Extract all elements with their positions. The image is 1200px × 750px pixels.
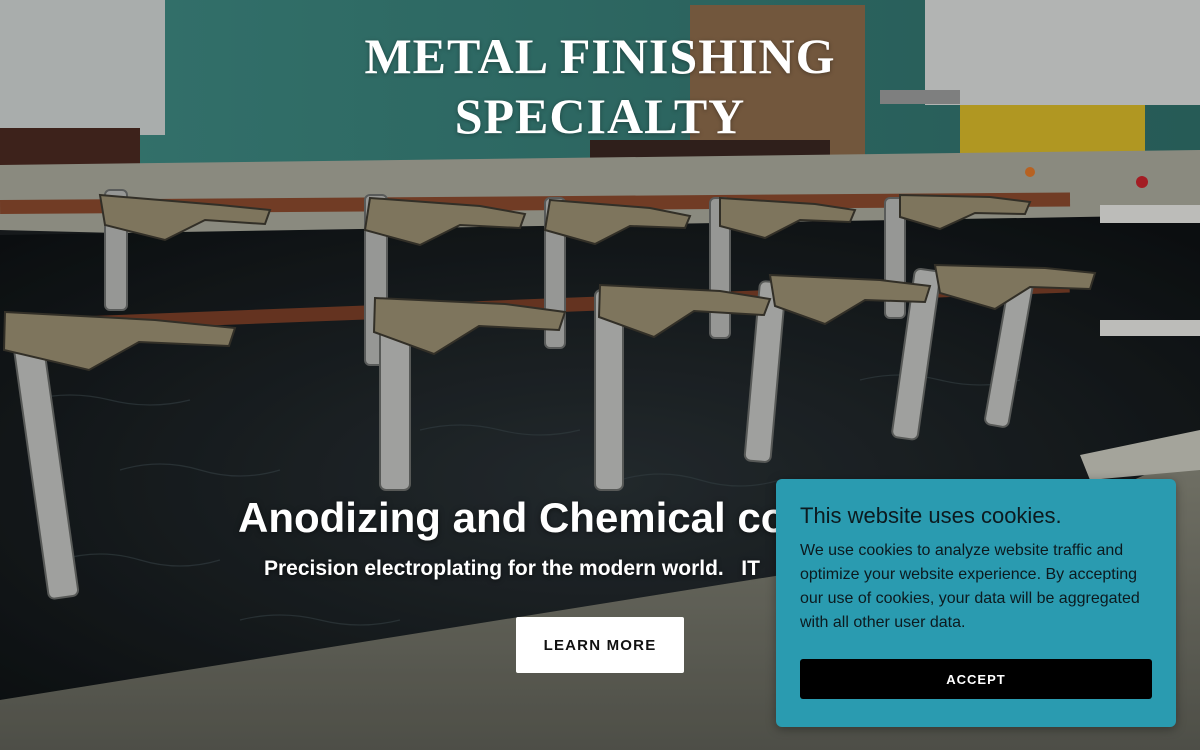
- hero-subtagline: Precision electroplating for the modern …: [264, 557, 760, 580]
- cookie-banner-title: This website uses cookies.: [800, 503, 1062, 528]
- site-title: METAL FINISHING SPECIALTY: [0, 26, 1200, 146]
- cookie-banner-body: We use cookies to analyze website traffi…: [800, 542, 1140, 631]
- cookie-banner: This website uses cookies. We use cookie…: [776, 479, 1176, 727]
- hero-tagline: Anodizing and Chemical co: [238, 494, 787, 541]
- site-title-line2: SPECIALTY: [454, 88, 746, 144]
- accept-cookies-button[interactable]: ACCEPT: [800, 659, 1152, 699]
- site-title-line1: METAL FINISHING: [364, 28, 836, 84]
- learn-more-button[interactable]: LEARN MORE: [516, 617, 684, 673]
